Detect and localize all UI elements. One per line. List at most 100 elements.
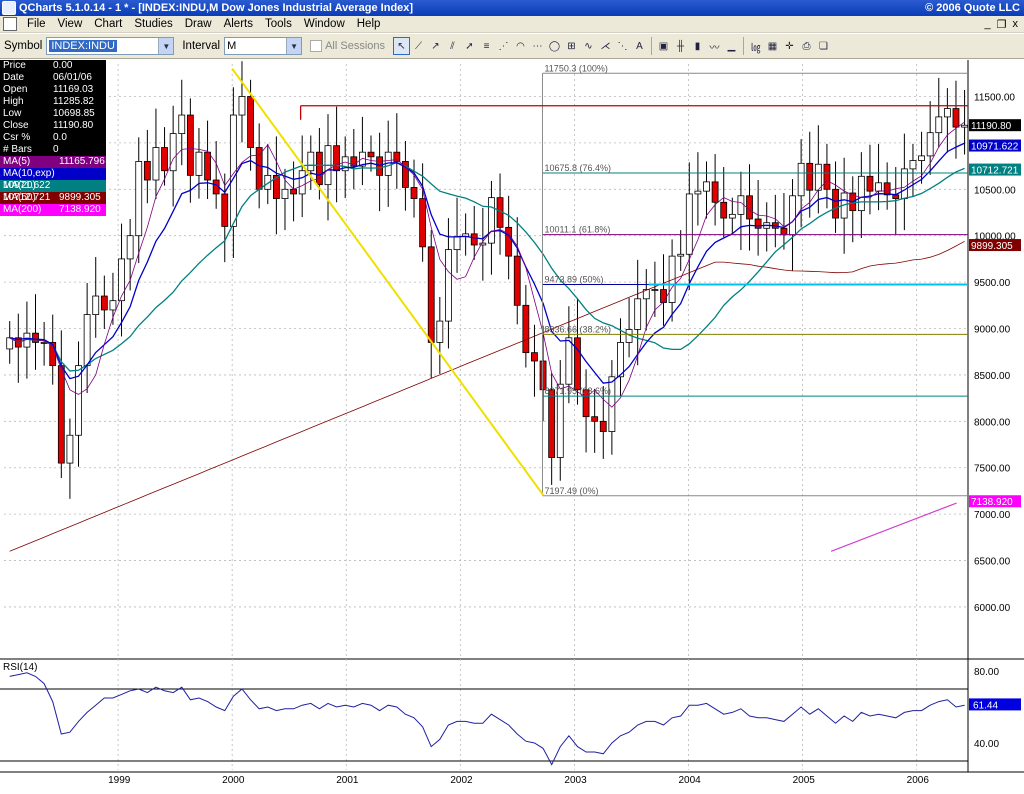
candle-body <box>522 304 530 354</box>
crosshair-icon[interactable]: ✛ <box>781 37 798 55</box>
ma-legend-row: MA(20)10712.721 <box>0 180 106 203</box>
chevron-down-icon[interactable]: ▼ <box>286 38 302 54</box>
price-tag-label: 7138.920 <box>971 497 1013 508</box>
log-icon[interactable]: ㏒ <box>747 37 764 55</box>
menu-tools[interactable]: Tools <box>259 18 298 30</box>
chart-prop-icon[interactable]: ▣ <box>655 37 672 55</box>
candle-body <box>488 197 495 244</box>
fan-icon[interactable]: ⋰ <box>495 37 512 55</box>
candle-body <box>238 96 246 116</box>
line-chart-icon[interactable]: 〰 <box>706 37 723 55</box>
x-tick-label: 2006 <box>907 775 930 786</box>
gann-icon[interactable]: ⊞ <box>563 37 580 55</box>
pointer-icon[interactable]: ↖ <box>393 37 410 55</box>
window-title: QCharts 5.1.0.14 - 1 * - [INDEX:INDU,M D… <box>19 2 414 14</box>
app-icon <box>2 1 16 15</box>
candle-body <box>186 114 194 176</box>
candle-body <box>32 332 39 343</box>
document-icon[interactable] <box>3 17 17 31</box>
close-button[interactable]: x <box>1013 18 1019 31</box>
ray-icon[interactable]: ↗ <box>427 37 444 55</box>
all-sessions-checkbox[interactable]: All Sessions <box>310 40 385 52</box>
fib-label: 10011.1 (61.8%) <box>544 225 610 235</box>
symbol-combobox[interactable]: INDEX:INDU ▼ <box>46 37 175 55</box>
menu-alerts[interactable]: Alerts <box>218 18 259 30</box>
candle-body <box>333 145 340 172</box>
menu-view[interactable]: View <box>52 18 89 30</box>
channel-icon[interactable]: ⫽ <box>444 37 461 55</box>
info-row: Close 11190.80 <box>0 120 106 132</box>
rsi-tag-label: 61.44 <box>973 700 998 711</box>
text-icon[interactable]: A <box>631 37 648 55</box>
y-tick-label: 7000.00 <box>974 510 1011 521</box>
price-tag-label: 10712.721 <box>971 166 1019 177</box>
info-row: High 11285.82 <box>0 96 106 108</box>
candle-body <box>617 342 624 378</box>
interval-combobox[interactable]: M ▼ <box>224 37 303 55</box>
x-tick-label: 2002 <box>450 775 473 786</box>
bar-icon[interactable]: ╫ <box>672 37 689 55</box>
info-value: 11190.80 <box>53 120 94 131</box>
candle-body <box>754 218 762 229</box>
arrow-icon[interactable]: ➚ <box>461 37 478 55</box>
cycle-icon[interactable]: ∿ <box>580 37 597 55</box>
candle-body <box>634 298 642 330</box>
candle-body <box>875 182 882 192</box>
info-value: 10698.85 <box>53 108 95 119</box>
info-value: 0.00 <box>53 60 73 71</box>
rsi-tick-label: 80.00 <box>974 667 999 678</box>
symbol-value[interactable]: INDEX:INDU <box>49 40 117 52</box>
fib-icon[interactable]: ≡ <box>478 37 495 55</box>
menu-draw[interactable]: Draw <box>179 18 218 30</box>
regression-icon[interactable]: ⋱ <box>614 37 631 55</box>
menu-studies[interactable]: Studies <box>128 18 178 30</box>
candle-body <box>694 190 702 195</box>
candle-body <box>315 151 323 186</box>
print-icon[interactable]: ⎙ <box>798 37 815 55</box>
fib-label: 8271.95 (23.6%) <box>544 386 611 396</box>
fib-label: 11750.3 (100%) <box>544 63 607 73</box>
tile-icon[interactable]: ▦ <box>764 37 781 55</box>
volume-icon[interactable]: ▁ <box>723 37 740 55</box>
checkbox-box[interactable] <box>310 40 323 52</box>
ellipse-icon[interactable]: ◯ <box>546 37 563 55</box>
candle-body <box>307 151 315 172</box>
chart-area[interactable]: 6000.00 6500.00 7000.00 7500.00 8000.00 8500.… <box>0 60 1024 794</box>
fib-label: 7197.49 (0%) <box>544 486 598 496</box>
candle-icon[interactable]: ▮ <box>689 37 706 55</box>
candle-body <box>943 108 951 118</box>
y-tick-label: 11500.00 <box>974 92 1015 103</box>
line-icon[interactable]: ⟋ <box>410 37 427 55</box>
ma-value: 11165.796 <box>59 156 105 167</box>
restore-button[interactable]: ❐ <box>997 18 1007 31</box>
rsi-label: RSI(14) <box>3 662 37 673</box>
menu-chart[interactable]: Chart <box>88 18 128 30</box>
menu-help[interactable]: Help <box>351 18 387 30</box>
drawing-tools: ↖ ⟋ ↗ ⫽ ➚ ≡ ⋰ ◠ ⋯ ◯ ⊞ ∿ ⋌ ⋱ A ▣ ╫ ▮ 〰 ▁ ㏒ ▦ ✛ ⎙ ❏ <box>393 37 832 55</box>
fib-label: 8936.66 (38.2%) <box>544 324 611 334</box>
chevron-down-icon[interactable]: ▼ <box>158 38 174 54</box>
candle-body <box>470 233 478 246</box>
candle-body <box>651 289 659 291</box>
new-icon[interactable]: ❏ <box>815 37 832 55</box>
info-key: Open <box>3 84 28 95</box>
candle-body <box>178 114 186 135</box>
candle-body <box>290 188 297 195</box>
menu-window[interactable]: Window <box>298 18 351 30</box>
minimize-button[interactable]: _ <box>985 18 991 31</box>
retrace-icon[interactable]: ⋯ <box>529 37 546 55</box>
arc-icon[interactable]: ◠ <box>512 37 529 55</box>
candle-body <box>513 255 521 306</box>
info-value: 0.0 <box>53 132 67 143</box>
candle-body <box>255 147 263 190</box>
y-tick-label: 8500.00 <box>974 371 1011 382</box>
interval-value[interactable]: M <box>225 40 286 52</box>
info-row: Date 06/01/06 <box>0 72 106 84</box>
speed-icon[interactable]: ⋌ <box>597 37 614 55</box>
candle-body <box>728 213 736 219</box>
ma-legend-row: MA(5) 11165.796 <box>0 156 106 168</box>
candle-body <box>531 352 538 362</box>
candle-body <box>737 195 745 215</box>
menu-file[interactable]: File <box>21 18 52 30</box>
y-tick-label: 10500.00 <box>974 185 1016 196</box>
